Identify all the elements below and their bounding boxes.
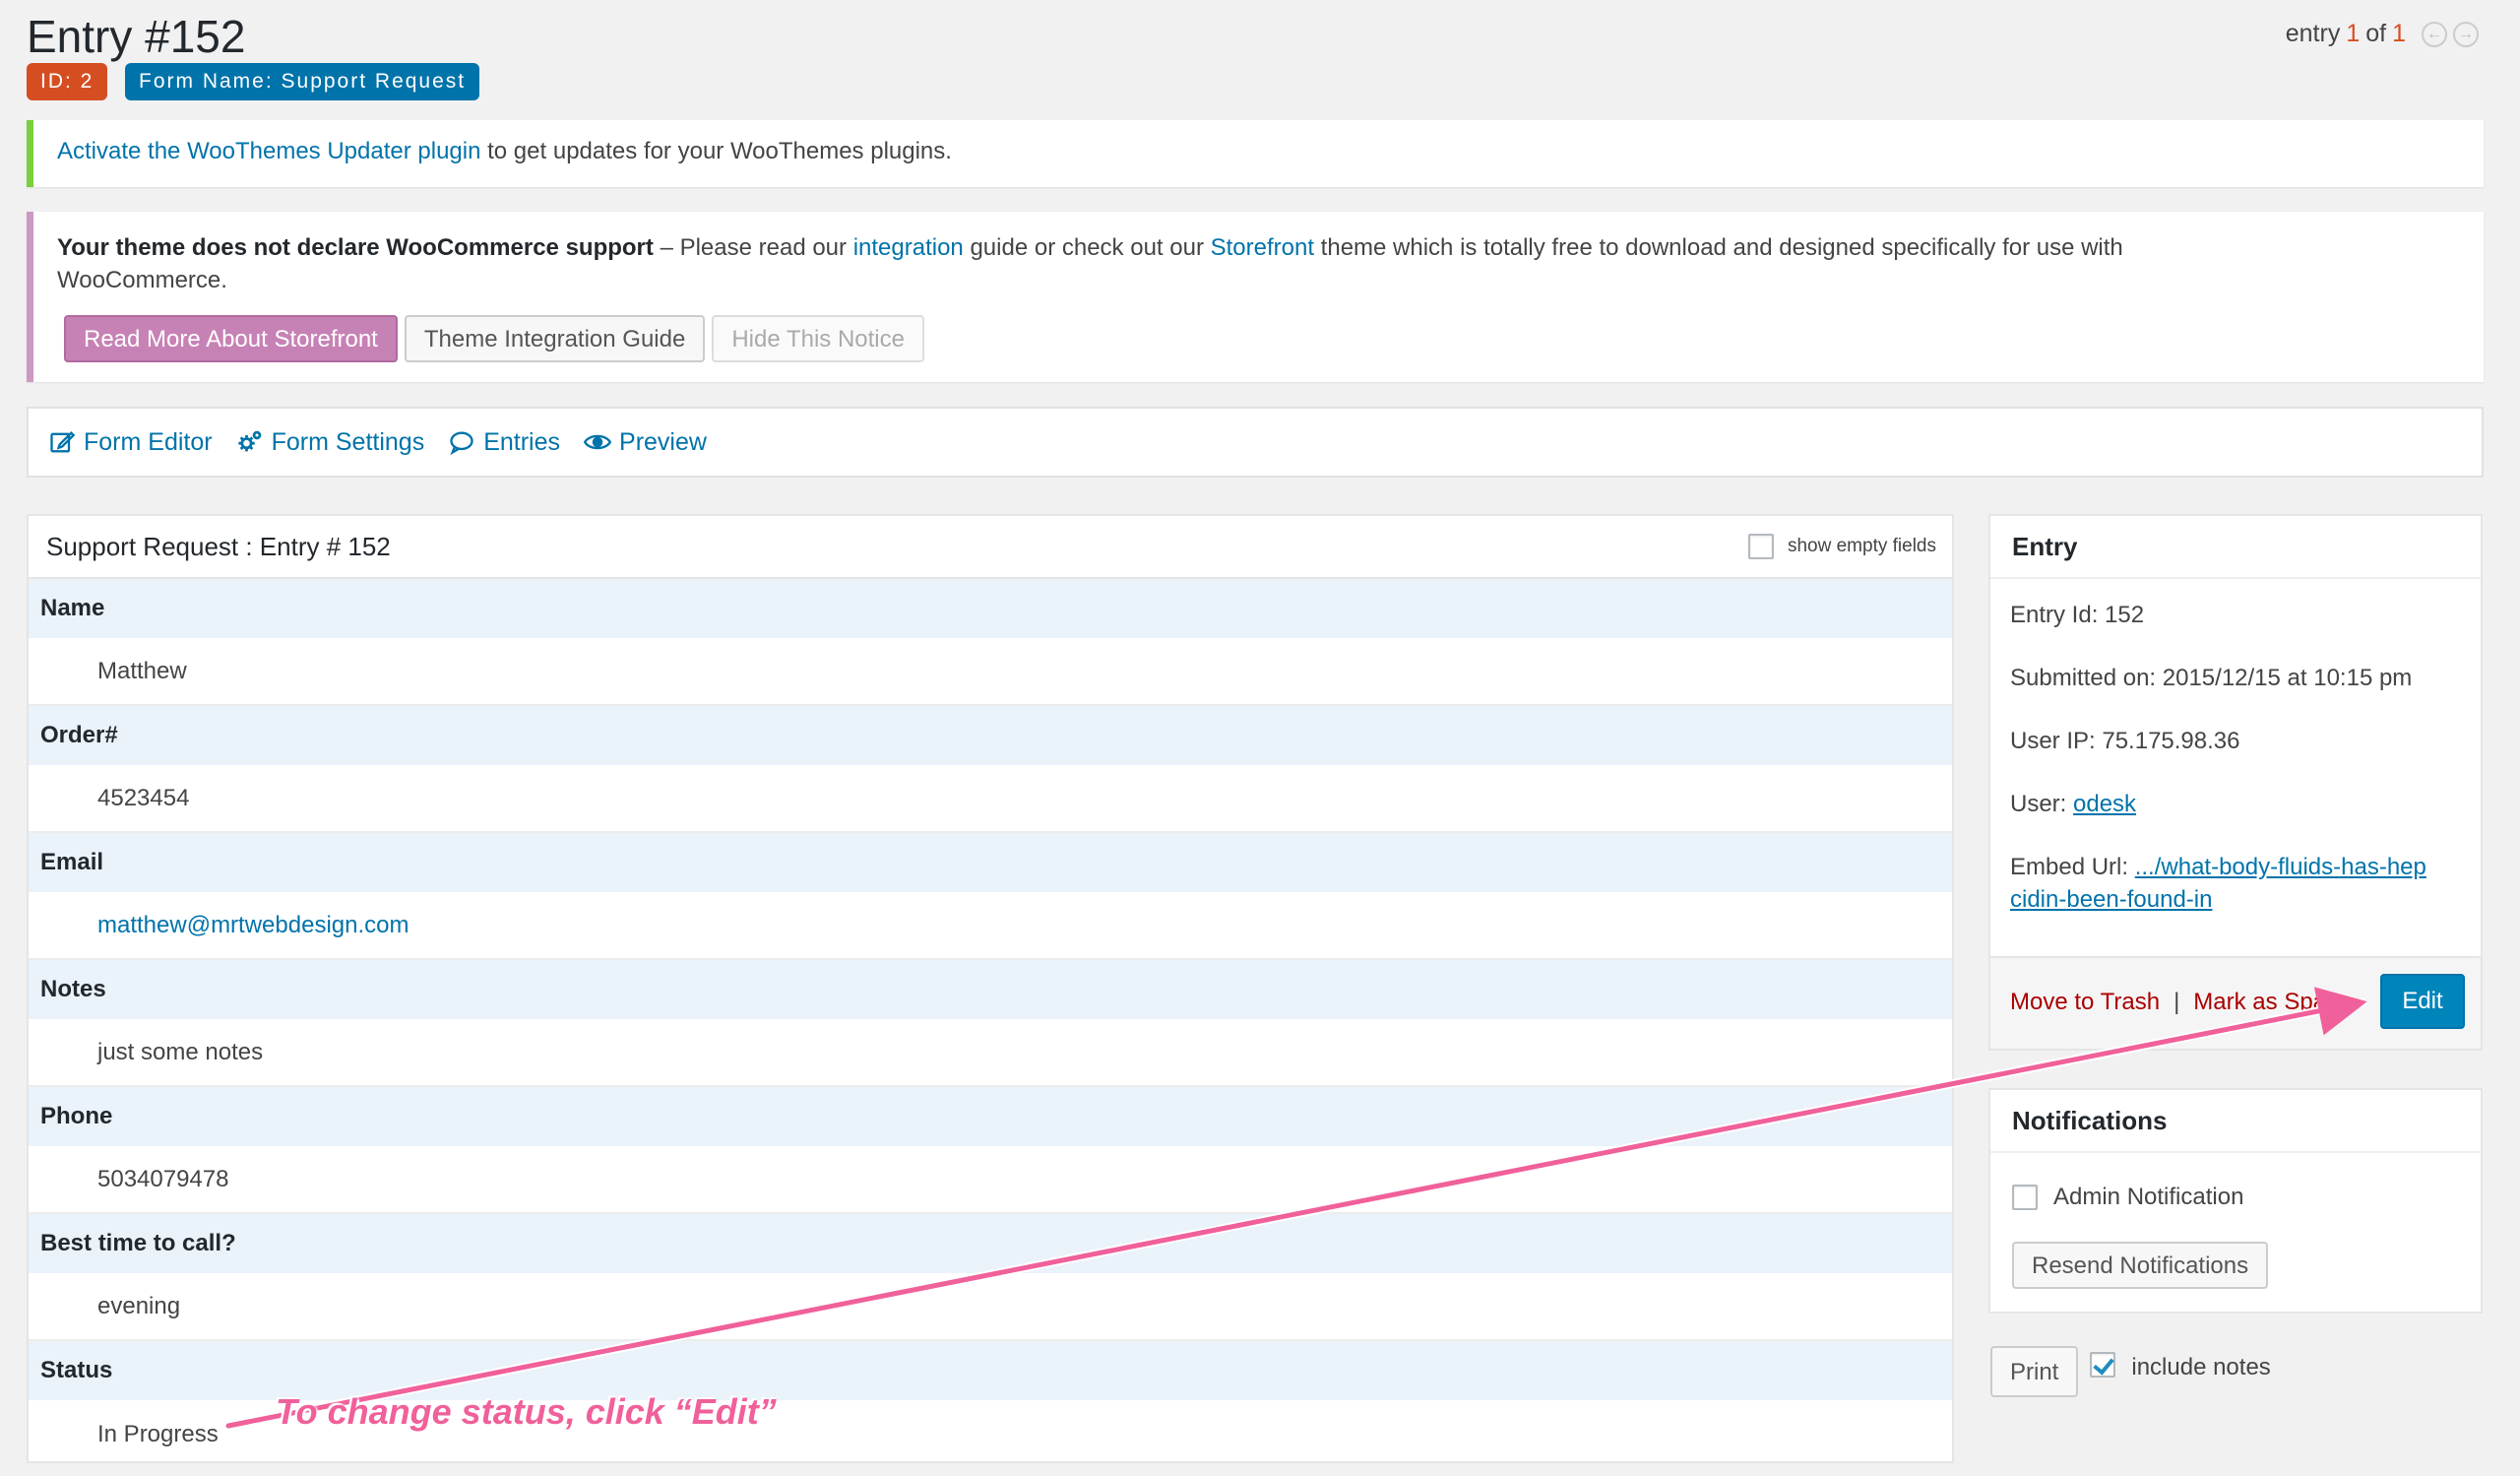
annotation-arrow bbox=[223, 987, 2367, 1431]
annotation-text: To change status, click “Edit” bbox=[276, 1391, 777, 1432]
